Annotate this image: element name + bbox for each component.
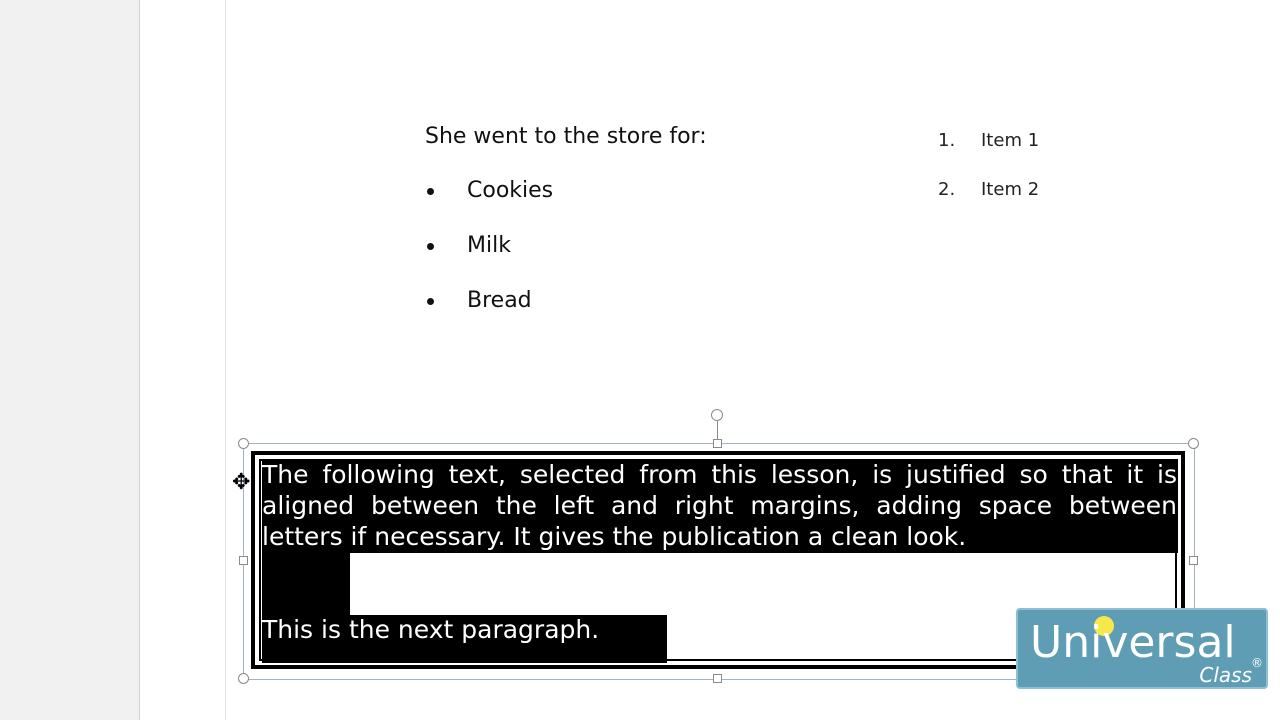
bullet-dot-icon xyxy=(427,188,434,195)
universal-class-logo: Universal ® Class xyxy=(1016,608,1268,689)
rotate-handle[interactable] xyxy=(711,409,723,421)
list-item: Cookies xyxy=(425,178,553,233)
logo-main-text: Universal xyxy=(1030,617,1236,668)
list-item: 1. Item 1 xyxy=(938,130,1040,151)
registered-mark: ® xyxy=(1251,656,1263,670)
list-number: 2. xyxy=(938,179,956,200)
logo-sub-text: Class xyxy=(1199,663,1252,687)
intro-text: She went to the store for: xyxy=(425,124,707,149)
resize-handle-left[interactable] xyxy=(239,556,248,565)
list-item: Milk xyxy=(425,233,553,288)
resize-handle-top-left[interactable] xyxy=(238,438,249,449)
resize-handle-bottom-left[interactable] xyxy=(238,673,249,684)
page-margin-line xyxy=(225,0,226,720)
move-cursor-icon: ✥ xyxy=(232,470,251,495)
next-paragraph[interactable]: This is the next paragraph. xyxy=(262,614,599,645)
list-item: 2. Item 2 xyxy=(938,179,1040,200)
numbered-list: 1. Item 1 2. Item 2 xyxy=(938,130,1039,228)
navigation-pane xyxy=(0,0,140,720)
resize-handle-bottom[interactable] xyxy=(713,674,722,683)
resize-handle-top-right[interactable] xyxy=(1188,438,1199,449)
list-item: Bread xyxy=(425,288,553,343)
selection-highlight xyxy=(262,553,350,615)
resize-handle-right[interactable] xyxy=(1189,556,1198,565)
bullet-dot-icon xyxy=(427,243,434,250)
resize-handle-top[interactable] xyxy=(713,439,722,448)
bullet-dot-icon xyxy=(427,298,434,305)
list-number: 1. xyxy=(938,130,956,151)
justified-paragraph[interactable]: The following text, selected from this l… xyxy=(262,459,1177,552)
bullet-list: Cookies Milk Bread xyxy=(425,178,553,343)
